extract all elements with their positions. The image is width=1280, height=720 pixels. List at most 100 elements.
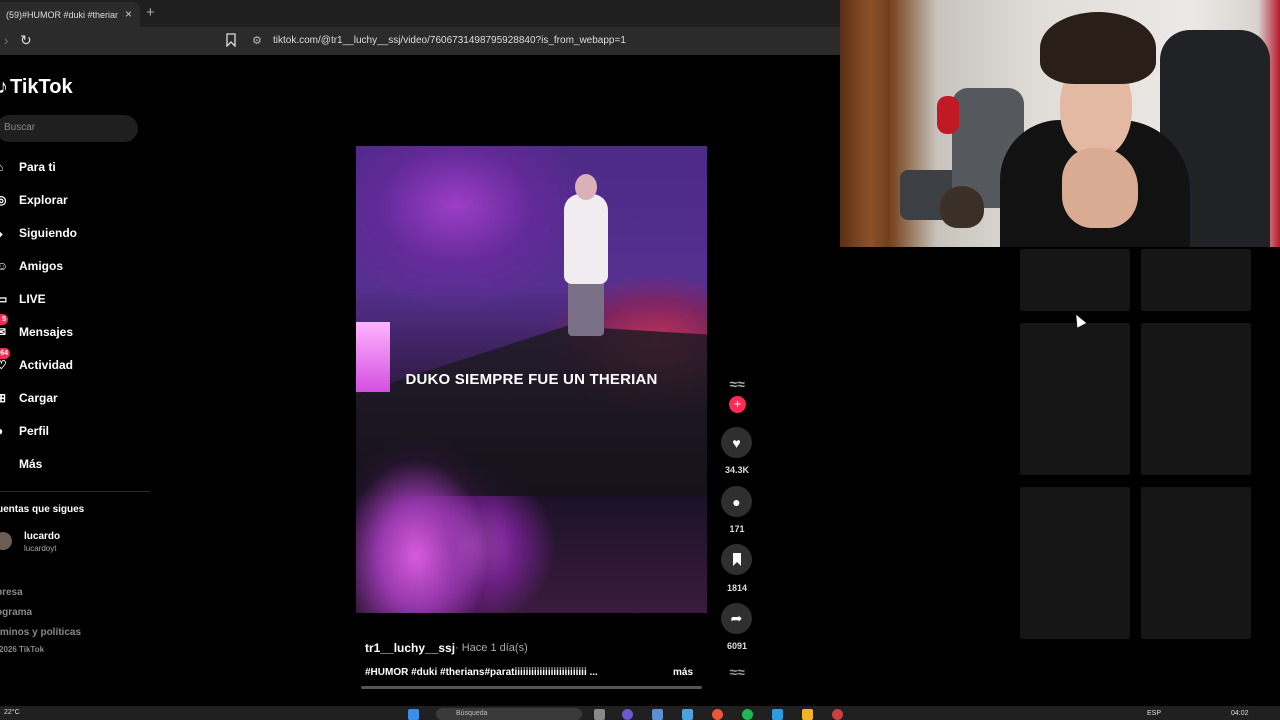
tiktok-logo[interactable]: ♪ TikTok: [0, 76, 73, 99]
app-icon-2[interactable]: [682, 709, 693, 720]
live-icon: ▭: [0, 292, 8, 306]
sidebar-item-label: Para ti: [19, 160, 56, 174]
footer-link-terminos[interactable]: rminos y políticas: [0, 627, 81, 638]
sidebar-item-mas[interactable]: · Más: [0, 451, 140, 477]
clock[interactable]: 04:02: [1231, 710, 1249, 717]
tab-title: (59)#HUMOR #duki #therians: [6, 9, 118, 20]
sidebar-item-label: Mensajes: [19, 325, 74, 339]
app-icon-4[interactable]: [832, 709, 843, 720]
profile-icon: ●: [0, 424, 10, 438]
thumbnail-cell[interactable]: [1020, 249, 1130, 311]
friends-icon: ☺: [0, 259, 9, 273]
windows-start-icon[interactable]: [408, 709, 419, 720]
browser-tab-bar: (59)#HUMOR #duki #therians × +: [0, 0, 840, 27]
save-count: 1814: [726, 583, 748, 593]
heart-icon: ♥: [732, 434, 741, 451]
sidebar-item-label: Perfil: [19, 424, 50, 438]
sidebar-item-label: Siguiendo: [19, 226, 77, 240]
like-count: 34.3K: [724, 465, 750, 475]
video-caption: DUKO SIEMPRE FUE UN THERIAN: [405, 371, 658, 388]
discord-icon[interactable]: [622, 709, 633, 720]
site-info-icon[interactable]: ⚙: [252, 34, 262, 47]
follow-button[interactable]: +: [729, 396, 746, 413]
video-time: · Hace 1 día(s): [455, 642, 528, 654]
browser-tab[interactable]: (59)#HUMOR #duki #therians ×: [0, 2, 140, 27]
footer-link-programa[interactable]: ograma: [0, 607, 32, 618]
sidebar-item-perfil[interactable]: ● Perfil: [0, 418, 140, 444]
copyright: 2026 TikTok: [0, 645, 45, 654]
bookmark-icon: [732, 553, 741, 566]
sidebar-item-amigos[interactable]: ☺ Amigos: [0, 253, 140, 279]
logo-text: TikTok: [10, 76, 73, 98]
sidebar-divider: [0, 491, 150, 492]
share-count: 6091: [726, 641, 748, 651]
taskbar-search[interactable]: Búsqueda: [436, 708, 582, 720]
following-accounts-title: uentas que sigues: [0, 504, 85, 515]
tab-close-icon[interactable]: ×: [125, 7, 132, 21]
forward-icon[interactable]: ›: [4, 33, 8, 48]
more-button[interactable]: más: [673, 667, 693, 678]
thumbnail-cell[interactable]: [1141, 323, 1251, 475]
new-tab-button[interactable]: +: [146, 4, 155, 21]
reload-icon[interactable]: ↻: [20, 32, 32, 49]
browser-toolbar: › ↻ ⚙ tiktok.com/@tr1__luchy__ssj/video/…: [0, 27, 840, 55]
compass-icon: ◎: [0, 193, 7, 207]
following-account[interactable]: lucardo lucardoyt: [0, 528, 150, 558]
comment-button[interactable]: ●: [721, 486, 752, 517]
video-author[interactable]: tr1__luchy__ssj: [365, 641, 455, 655]
sidebar-item-mensajes[interactable]: ✉ 5 Mensajes: [0, 314, 140, 345]
video-player[interactable]: DUKO SIEMPRE FUE UN THERIAN: [356, 146, 707, 613]
sound-disc[interactable]: ≈≈: [719, 664, 755, 684]
video-progress-bar[interactable]: [361, 686, 702, 689]
video-singer-legs: [568, 276, 604, 336]
sidebar-item-live[interactable]: ▭ LIVE: [0, 286, 140, 312]
save-button[interactable]: [721, 544, 752, 575]
comment-icon: ●: [732, 493, 741, 510]
sidebar-item-siguiendo[interactable]: ⤷ Siguiendo: [0, 220, 140, 246]
video-crowd-scene: [356, 436, 556, 613]
more-icon: ·: [0, 457, 10, 471]
webcam-door: [840, 0, 890, 247]
messages-badge: 5: [0, 314, 8, 325]
bookmark-icon[interactable]: [226, 33, 236, 47]
upload-icon: ⊞: [0, 391, 7, 405]
windows-taskbar: 22°C Búsqueda ESP 04:02: [0, 706, 1280, 720]
sidebar-item-para-ti[interactable]: ⌂ Para ti: [0, 154, 140, 180]
webcam-overlay: [840, 0, 1280, 247]
sidebar-item-label: LIVE: [19, 292, 46, 306]
webcam-cat: [940, 186, 984, 228]
address-bar[interactable]: tiktok.com/@tr1__luchy__ssj/video/760673…: [273, 35, 626, 46]
author-avatar[interactable]: ≈≈: [719, 376, 755, 396]
share-button[interactable]: ➦: [721, 603, 752, 634]
app-icon[interactable]: [652, 709, 663, 720]
sidebar-item-label: Explorar: [19, 193, 68, 207]
language-indicator[interactable]: ESP: [1147, 710, 1161, 717]
footer-link-empresa[interactable]: presa: [0, 587, 23, 598]
task-view-icon[interactable]: [594, 709, 605, 720]
comment-count: 171: [729, 524, 745, 534]
search-input[interactable]: Buscar: [0, 115, 138, 142]
sidebar-item-explorar[interactable]: ◎ Explorar: [0, 187, 140, 213]
account-name: lucardo: [24, 531, 61, 542]
sidebar-item-label: Más: [19, 457, 43, 471]
sidebar-item-cargar[interactable]: ⊞ Cargar: [0, 385, 140, 411]
video-description: #HUMOR #duki #therians#paratiiiiiiiiiiii…: [365, 667, 598, 678]
thumbnail-cell[interactable]: [1141, 249, 1251, 311]
messages-icon: ✉: [0, 325, 7, 339]
video-singer-body: [564, 194, 608, 284]
app-icon-3[interactable]: [772, 709, 783, 720]
spotify-icon[interactable]: [742, 709, 753, 720]
thumbnail-cell[interactable]: [1141, 487, 1251, 639]
sidebar-item-actividad[interactable]: ♡ 64 Actividad: [0, 348, 140, 378]
thumbnail-cell[interactable]: [1020, 487, 1130, 639]
share-icon: ➦: [730, 610, 743, 626]
webcam-red-object: [937, 96, 959, 134]
brave-browser-icon[interactable]: [712, 709, 723, 720]
avatar: [0, 532, 12, 550]
weather-widget[interactable]: 22°C: [4, 709, 20, 716]
like-button[interactable]: ♥: [721, 427, 752, 458]
sidebar-item-label: Actividad: [19, 358, 74, 372]
account-handle: lucardoyt: [24, 544, 57, 553]
thumbnail-cell[interactable]: [1020, 323, 1130, 475]
file-explorer-icon[interactable]: [802, 709, 813, 720]
